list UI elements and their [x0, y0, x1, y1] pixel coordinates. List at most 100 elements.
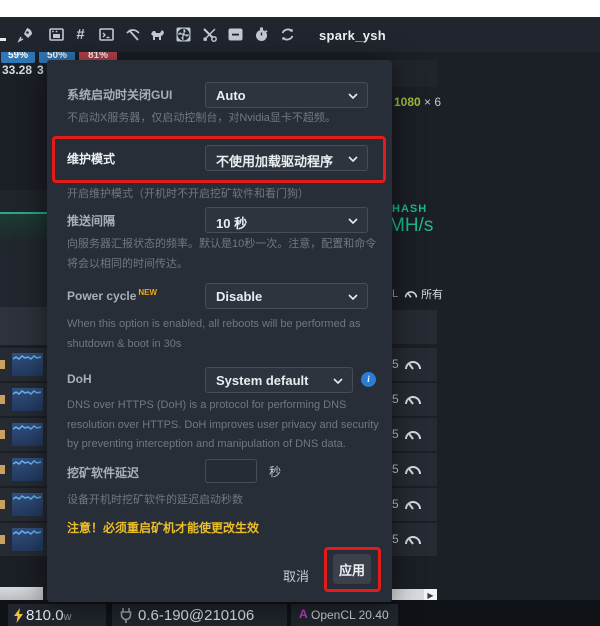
new-badge: NEW — [138, 288, 157, 297]
maintenance-dropdown-value: 不使用加载驱动程序 — [216, 151, 333, 170]
hash-unit: MH/s — [389, 215, 433, 237]
gpu-sparkline-chart — [12, 458, 43, 481]
amd-badge: A — [299, 607, 308, 621]
tools-icon[interactable] — [201, 26, 218, 43]
info-icon[interactable]: i — [361, 372, 376, 387]
row-value: 5 — [392, 392, 399, 406]
gpu-model-name: 1080 — [394, 95, 421, 109]
gpu-row-thumbnail — [0, 418, 47, 451]
gpu-temp-sliver — [0, 430, 5, 439]
setting-label-miner-delay: 挖矿软件延迟 — [67, 464, 139, 481]
refresh-icon[interactable] — [279, 26, 296, 43]
hashrate-chart-area — [0, 214, 47, 245]
setting-desc-miner-delay: 设备开机时挖矿软件的延迟启动秒数 — [67, 491, 379, 511]
archive-icon[interactable] — [48, 26, 65, 43]
power-plug-icon — [118, 607, 134, 623]
hash-title: HASH — [392, 203, 427, 215]
row-value: 5 — [392, 462, 399, 476]
row-value: 5 — [392, 497, 399, 511]
chevron-down-icon — [348, 156, 358, 162]
pickaxe-icon[interactable] — [124, 26, 141, 43]
miner-delay-input[interactable] — [205, 459, 257, 483]
terminal-icon[interactable] — [98, 26, 115, 43]
partial-icon — [0, 38, 6, 41]
powercycle-dropdown-value: Disable — [216, 289, 262, 304]
header-all: 所有 — [404, 286, 443, 302]
header-all-label: 所有 — [421, 289, 443, 301]
minus-box-icon[interactable] — [227, 26, 244, 43]
fan-icon[interactable] — [175, 26, 192, 43]
hashrate-stat-2: 3 — [37, 63, 44, 77]
app-window: # spark_ysh 59% 50% 81% 33.28 3 — [0, 0, 600, 626]
gpu-temp-sliver — [0, 535, 5, 544]
gpu-temp-sliver — [0, 395, 5, 404]
gpu-model-label: 1080 × 6 — [394, 95, 441, 109]
gauge-icon[interactable] — [404, 357, 422, 371]
gauge-icon[interactable] — [404, 427, 422, 441]
interval-dropdown-value: 10 秒 — [216, 213, 247, 232]
miner-delay-unit: 秒 — [269, 463, 281, 480]
settings-dialog: 系统启动时关闭GUI Auto 不启动X服务器，仅启动控制台，对Nvidia显卡… — [47, 60, 392, 602]
left-table-header-block — [0, 307, 47, 345]
gauge-icon[interactable] — [404, 462, 422, 476]
left-horizontal-scrollbar[interactable] — [0, 587, 43, 601]
doh-dropdown-value: System default — [216, 373, 308, 388]
setting-desc-doh: DNS over HTTPS (DoH) is a protocol for p… — [67, 396, 379, 455]
gui-dropdown[interactable]: Auto — [205, 82, 368, 108]
gpu-sparkline-chart — [12, 493, 43, 516]
interval-dropdown[interactable]: 10 秒 — [205, 207, 368, 233]
lightning-icon — [13, 608, 24, 623]
rig-cell-block — [392, 60, 437, 87]
bottom-status-bar: 810.0w 0.6-190@210106 A OpenCL 20.40 — [0, 600, 600, 626]
watchdog-dog-icon[interactable] — [149, 26, 166, 43]
stopwatch-icon[interactable] — [253, 26, 270, 43]
gpu-sparkline-chart — [12, 423, 43, 446]
setting-desc-interval: 向服务器汇报状态的频率。默认是10秒一次。注意，配置和命令将会以相同的时间传达。 — [67, 235, 379, 274]
setting-desc-gui: 不启动X服务器，仅启动控制台，对Nvidia显卡不超频。 — [67, 109, 379, 129]
gui-dropdown-value: Auto — [216, 88, 246, 103]
gpu-temp-sliver — [0, 360, 5, 369]
opencl-cell: A OpenCL 20.40 — [291, 604, 398, 626]
chevron-down-icon — [348, 218, 358, 224]
setting-label-powercycle: Power cycleNEW — [67, 288, 157, 303]
rocket-icon[interactable] — [17, 26, 34, 43]
header-partial-text: L — [392, 288, 398, 300]
row-value: 5 — [392, 357, 399, 371]
gpu-row-thumbnail — [0, 488, 47, 521]
chevron-down-icon — [333, 378, 343, 384]
gpu-temp-sliver — [0, 465, 5, 474]
worker-name[interactable]: spark_ysh — [319, 28, 386, 43]
hashrate-stat-1: 33.28 — [2, 63, 32, 77]
power-cell: 810.0w — [8, 604, 106, 626]
opencl-version: OpenCL 20.40 — [311, 608, 389, 622]
power-value: 810.0w — [26, 607, 72, 624]
left-panel-block — [0, 190, 47, 212]
chevron-down-icon — [348, 93, 358, 99]
setting-label-gui: 系统启动时关闭GUI — [67, 86, 172, 103]
setting-label-maintenance: 维护模式 — [67, 150, 115, 167]
gauge-icon[interactable] — [404, 392, 422, 406]
gpu-sparkline-chart — [12, 528, 43, 551]
apply-button[interactable]: 应用 — [333, 554, 371, 584]
gauge-icon[interactable] — [404, 497, 422, 511]
row-value: 5 — [392, 532, 399, 546]
maintenance-dropdown[interactable]: 不使用加载驱动程序 — [205, 145, 368, 171]
row-value: 5 — [392, 427, 399, 441]
power-unit: w — [64, 611, 72, 623]
driver-cell: 0.6-190@210106 — [112, 604, 287, 626]
setting-desc-maintenance: 开启维护模式（开机时不开启挖矿软件和看门狗） — [67, 185, 379, 205]
gpu-row-thumbnail — [0, 523, 47, 556]
setting-label-interval: 推送间隔 — [67, 212, 115, 229]
cancel-button[interactable]: 取消 — [283, 566, 309, 585]
restart-warning: 注意！必须重启矿机才能使更改生效 — [67, 519, 259, 536]
gpu-row-thumbnail — [0, 348, 47, 381]
doh-dropdown[interactable]: System default — [205, 367, 353, 393]
gauge-icon[interactable] — [404, 532, 422, 546]
gpu-row-thumbnail — [0, 383, 47, 416]
hash-icon[interactable]: # — [72, 26, 89, 43]
browser-top-strip — [0, 0, 600, 17]
setting-desc-powercycle: When this option is enabled, all reboots… — [67, 315, 379, 354]
gpu-sparkline-chart — [12, 353, 43, 376]
gpu-sparkline-chart — [12, 388, 43, 411]
powercycle-dropdown[interactable]: Disable — [205, 283, 368, 309]
